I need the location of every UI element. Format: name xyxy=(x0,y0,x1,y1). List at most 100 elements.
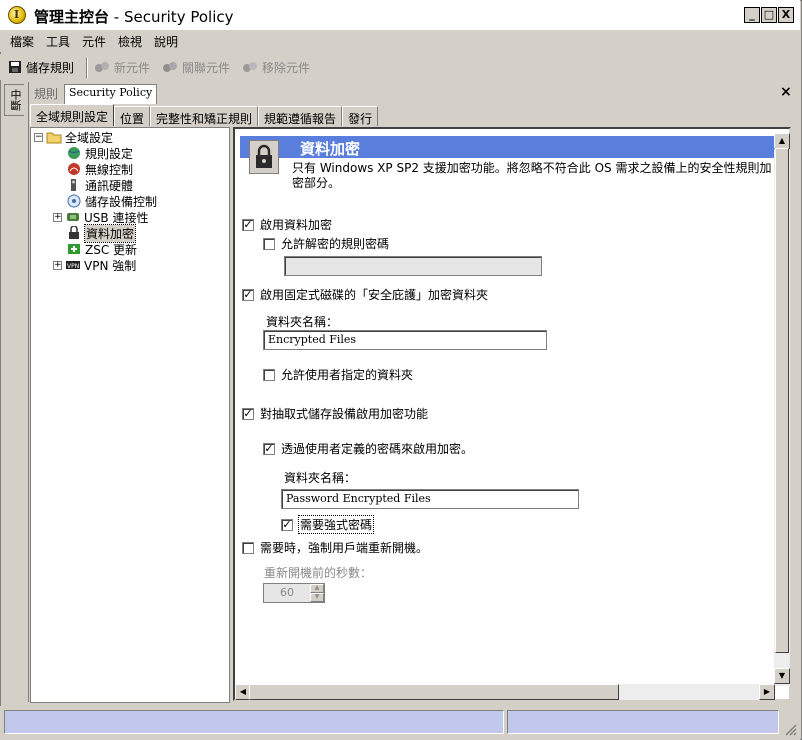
link-component-button[interactable]: 關聯元件 xyxy=(162,57,230,77)
collapse-icon[interactable]: − xyxy=(34,132,43,142)
expand-icon[interactable]: + xyxy=(53,212,62,222)
horizontal-scroll-thumb[interactable] xyxy=(249,684,619,700)
scroll-right-icon[interactable]: ▶ xyxy=(759,684,775,700)
panel-header-title: 資料加密 xyxy=(300,140,361,158)
link-component-label: 關聯元件 xyxy=(182,60,231,75)
force-reboot-option[interactable]: 需要時，強制用戶端重新開機。 xyxy=(242,539,428,556)
allow-decrypt-password-option[interactable]: 允許解密的規則密碼 xyxy=(263,235,389,252)
close-document-button[interactable]: × xyxy=(780,84,792,100)
header-lock-icon xyxy=(249,140,279,174)
tab-global-rules[interactable]: 全域規則設定 xyxy=(30,104,115,126)
tree-item-rule-settings[interactable]: 規則設定 xyxy=(66,145,157,161)
require-strong-password-checkbox[interactable]: ✓ xyxy=(281,518,293,531)
tree-item-label: USB 連接性 xyxy=(84,210,149,225)
doc-tab-security-policy[interactable]: Security Policy xyxy=(64,84,158,104)
require-strong-password-option[interactable]: ✓ 需要強式密碼 xyxy=(281,515,375,534)
tree-children: 規則設定 無線控制 通訊硬體 儲存設備控制 xyxy=(66,145,157,209)
tree-root[interactable]: − 全域設定 xyxy=(34,129,113,145)
wireless-icon xyxy=(68,163,80,175)
tab-compliance-report[interactable]: 規範遵循報告 xyxy=(258,106,343,126)
allow-decrypt-password-checkbox[interactable] xyxy=(263,237,275,250)
allow-user-folders-label: 允許使用者指定的資料夾 xyxy=(281,368,414,382)
new-component-button[interactable]: 新元件 xyxy=(94,57,150,77)
lock-icon xyxy=(69,226,79,239)
allow-user-folders-option[interactable]: 允許使用者指定的資料夾 xyxy=(263,366,413,383)
folder-name-label-2: 資料夾名稱： xyxy=(284,471,357,485)
minimize-button[interactable]: _ xyxy=(744,7,760,23)
tree-item-storage-control[interactable]: 儲存設備控制 xyxy=(66,193,157,209)
tree-item-vpn[interactable]: + VPN VPN 強制 xyxy=(53,257,136,273)
removable-encryption-option[interactable]: ✓ 對抽取式儲存設備啟用加密功能 xyxy=(242,405,428,422)
maximize-button[interactable]: □ xyxy=(761,7,777,23)
tree-item-label: 規則設定 xyxy=(85,146,134,161)
window-title: 管理主控台 - Security Policy xyxy=(34,6,233,27)
seconds-before-reboot-label: 重新開機前的秒數： xyxy=(264,566,373,580)
folder-name-label: 資料夾名稱： xyxy=(266,315,339,329)
policy-subtabs: 全域規則設定 位置 完整性和矯正規則 規範遵循報告 發行 xyxy=(30,104,379,126)
expand-icon[interactable]: + xyxy=(53,260,62,270)
tree-item-comm-hardware[interactable]: 通訊硬體 xyxy=(66,177,157,193)
doc-tab-rules[interactable]: 規則 xyxy=(30,84,62,104)
folder-name-field[interactable]: Encrypted Files xyxy=(263,330,547,350)
password-folder-name-field[interactable]: Password Encrypted Files xyxy=(281,489,579,509)
menu-component[interactable]: 元件 xyxy=(82,33,106,50)
scroll-up-icon[interactable]: ▲ xyxy=(774,133,790,149)
new-component-icon xyxy=(95,62,109,72)
force-reboot-label: 需要時，強制用戶端重新開機。 xyxy=(260,541,429,555)
new-component-label: 新元件 xyxy=(114,60,151,75)
svg-text:VPN: VPN xyxy=(67,263,79,270)
link-component-icon xyxy=(163,62,177,72)
menu-view[interactable]: 檢視 xyxy=(118,33,142,50)
removable-encryption-label: 對抽取式儲存設備啟用加密功能 xyxy=(260,407,429,421)
tree-item-zsc-update[interactable]: ZSC 更新 xyxy=(66,241,137,257)
enable-encryption-label: 啟用資料加密 xyxy=(260,218,333,232)
globe-icon xyxy=(68,147,80,159)
safe-harbor-option[interactable]: ✓ 啟用固定式磁碟的「安全庇護」加密資料夾 xyxy=(242,286,488,303)
status-panel-left xyxy=(4,710,504,734)
tab-publish[interactable]: 發行 xyxy=(342,106,379,126)
require-strong-password-label: 需要強式密碼 xyxy=(297,515,375,534)
user-password-encryption-checkbox[interactable]: ✓ xyxy=(263,442,275,455)
spin-down-icon[interactable]: ▼ xyxy=(310,593,324,602)
resize-grip-icon[interactable] xyxy=(783,722,797,736)
tree-item-label: 通訊硬體 xyxy=(85,178,134,193)
tab-integrity-rules[interactable]: 完整性和矯正規則 xyxy=(150,106,259,126)
tree-item-label: VPN 強制 xyxy=(84,258,137,273)
folder-icon xyxy=(46,132,62,144)
scroll-down-icon[interactable]: ▼ xyxy=(774,668,790,684)
safe-harbor-checkbox[interactable]: ✓ xyxy=(242,288,254,301)
menu-tools[interactable]: 工具 xyxy=(46,33,70,50)
spin-up-icon[interactable]: ▲ xyxy=(310,584,324,593)
tree-item-usb[interactable]: + USB 連接性 xyxy=(53,209,148,225)
removable-encryption-checkbox[interactable]: ✓ xyxy=(242,407,254,420)
force-reboot-checkbox[interactable] xyxy=(242,541,254,554)
tree-item-data-encryption[interactable]: 資料加密 xyxy=(66,223,137,243)
toolbar-separator xyxy=(86,58,88,78)
reboot-seconds-spinner[interactable]: 60 ▲ ▼ xyxy=(263,583,325,603)
enable-encryption-option[interactable]: ✓ 啟用資料加密 xyxy=(242,216,332,233)
save-rules-button[interactable]: 儲存規則 xyxy=(8,57,74,77)
close-button[interactable]: X xyxy=(778,7,794,23)
save-icon xyxy=(9,61,21,73)
enable-encryption-checkbox[interactable]: ✓ xyxy=(242,218,254,231)
remove-component-button[interactable]: 移除元件 xyxy=(242,57,310,77)
decrypt-password-field[interactable] xyxy=(284,256,542,276)
app-logo-icon: I xyxy=(8,6,26,24)
storage-icon xyxy=(67,194,81,208)
vpn-icon: VPN xyxy=(66,261,80,270)
update-icon xyxy=(68,244,80,254)
tab-locations[interactable]: 位置 xyxy=(114,106,151,126)
menu-file[interactable]: 檔案 xyxy=(10,33,34,50)
user-password-encryption-option[interactable]: ✓ 透過使用者定義的密碼來啟用加密。 xyxy=(263,440,473,457)
allow-decrypt-password-label: 允許解密的規則密碼 xyxy=(281,237,390,251)
allow-user-folders-checkbox[interactable] xyxy=(263,368,275,381)
status-panel-right xyxy=(507,710,779,734)
tree-item-wireless[interactable]: 無線控制 xyxy=(66,161,157,177)
vertical-scroll-thumb[interactable] xyxy=(775,148,789,653)
menu-help[interactable]: 說明 xyxy=(154,33,178,50)
tree-root-label: 全域設定 xyxy=(65,130,114,145)
tree-item-label-selected: 資料加密 xyxy=(83,223,137,243)
side-tab-disconnect[interactable]: 中斷 xyxy=(4,84,24,116)
window-title-main: 管理主控台 xyxy=(34,8,110,26)
window-title-sub: Security Policy xyxy=(123,8,234,26)
